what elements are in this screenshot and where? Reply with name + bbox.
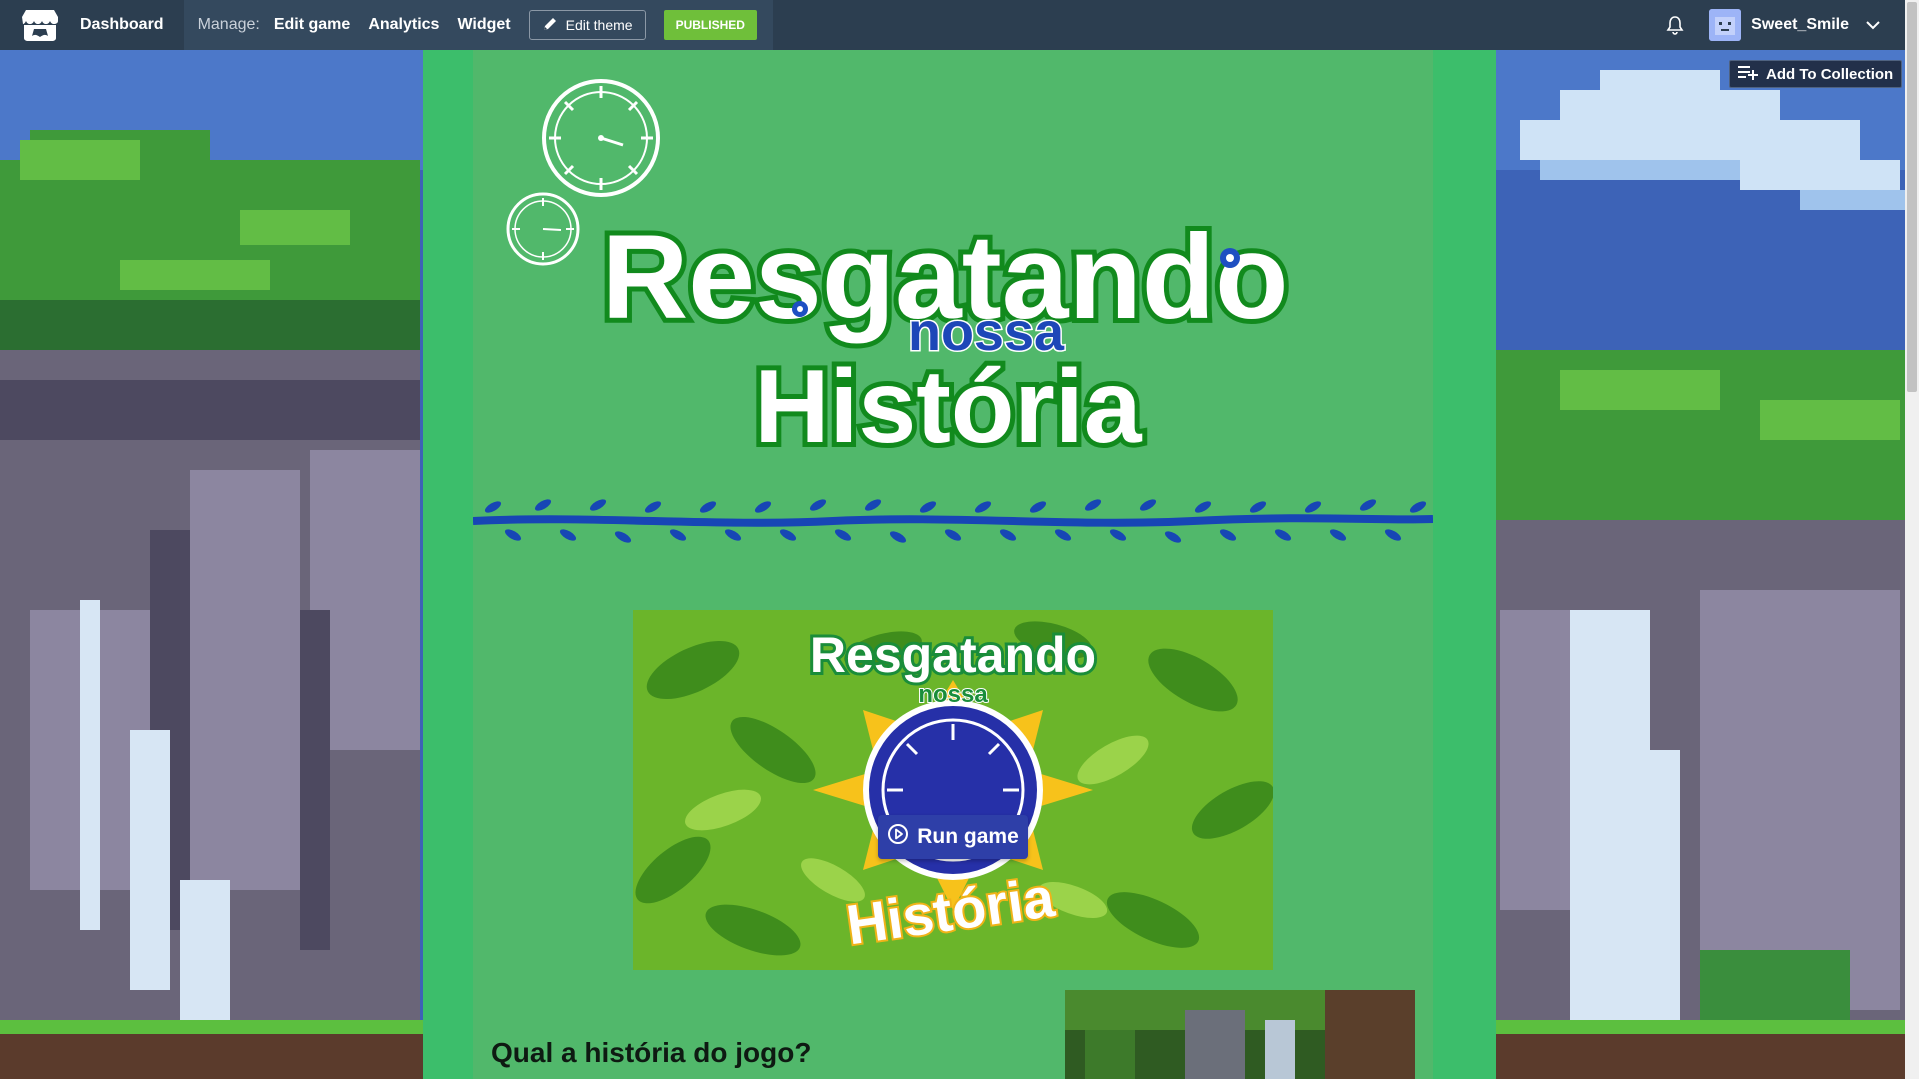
- game-embed[interactable]: Resgatando nossa História Run game: [633, 610, 1273, 970]
- user-area: Sweet_Smile: [1663, 0, 1881, 50]
- analytics-link[interactable]: Analytics: [368, 16, 439, 34]
- edit-game-link[interactable]: Edit game: [274, 16, 350, 34]
- playlist-add-icon: [1738, 64, 1758, 84]
- small-clock-icon: [506, 192, 580, 266]
- add-to-collection-label: Add To Collection: [1766, 65, 1894, 83]
- game-screenshot-thumbnail[interactable]: [1065, 990, 1415, 1079]
- vine-divider: [473, 485, 1433, 565]
- description-heading: Qual a história do jogo?: [491, 1037, 812, 1068]
- game-cover-image: Resgatando nossa História: [633, 610, 1273, 970]
- published-status-button[interactable]: PUBLISHED: [663, 10, 757, 40]
- run-game-label: Run game: [917, 825, 1019, 848]
- username[interactable]: Sweet_Smile: [1751, 16, 1849, 34]
- game-page-wrapper: Resgatando nossa História Resgatando nos…: [423, 50, 1496, 1079]
- page-scrollbar[interactable]: [1905, 0, 1919, 1079]
- run-game-button[interactable]: Run game: [878, 815, 1028, 859]
- embed-title-line1: Resgatando: [810, 627, 1096, 683]
- scrollbar-thumb[interactable]: [1907, 2, 1917, 392]
- chevron-down-icon[interactable]: [1865, 17, 1881, 33]
- clock-icon: [542, 79, 660, 197]
- bell-icon[interactable]: [1663, 13, 1687, 37]
- manage-bar: Manage: Edit game Analytics Widget Edit …: [183, 0, 773, 50]
- avatar[interactable]: [1709, 9, 1742, 41]
- banner-title-line2: História: [754, 349, 1142, 465]
- manage-label: Manage:: [197, 16, 260, 33]
- nav-dashboard-link[interactable]: Dashboard: [80, 16, 164, 34]
- play-circle-icon: [887, 823, 909, 851]
- edit-theme-label: Edit theme: [565, 17, 633, 33]
- game-page-column: Resgatando nossa História Resgatando nos…: [473, 50, 1433, 1079]
- embed-title-middle: nossa: [918, 681, 988, 708]
- add-to-collection-button[interactable]: Add To Collection: [1729, 60, 1903, 88]
- itchio-logo-icon[interactable]: [20, 5, 60, 45]
- top-navigation: Dashboard Manage: Edit game Analytics Wi…: [0, 0, 1919, 50]
- pencil-icon: [542, 16, 558, 35]
- edit-theme-button[interactable]: Edit theme: [528, 10, 646, 40]
- widget-link[interactable]: Widget: [457, 16, 510, 34]
